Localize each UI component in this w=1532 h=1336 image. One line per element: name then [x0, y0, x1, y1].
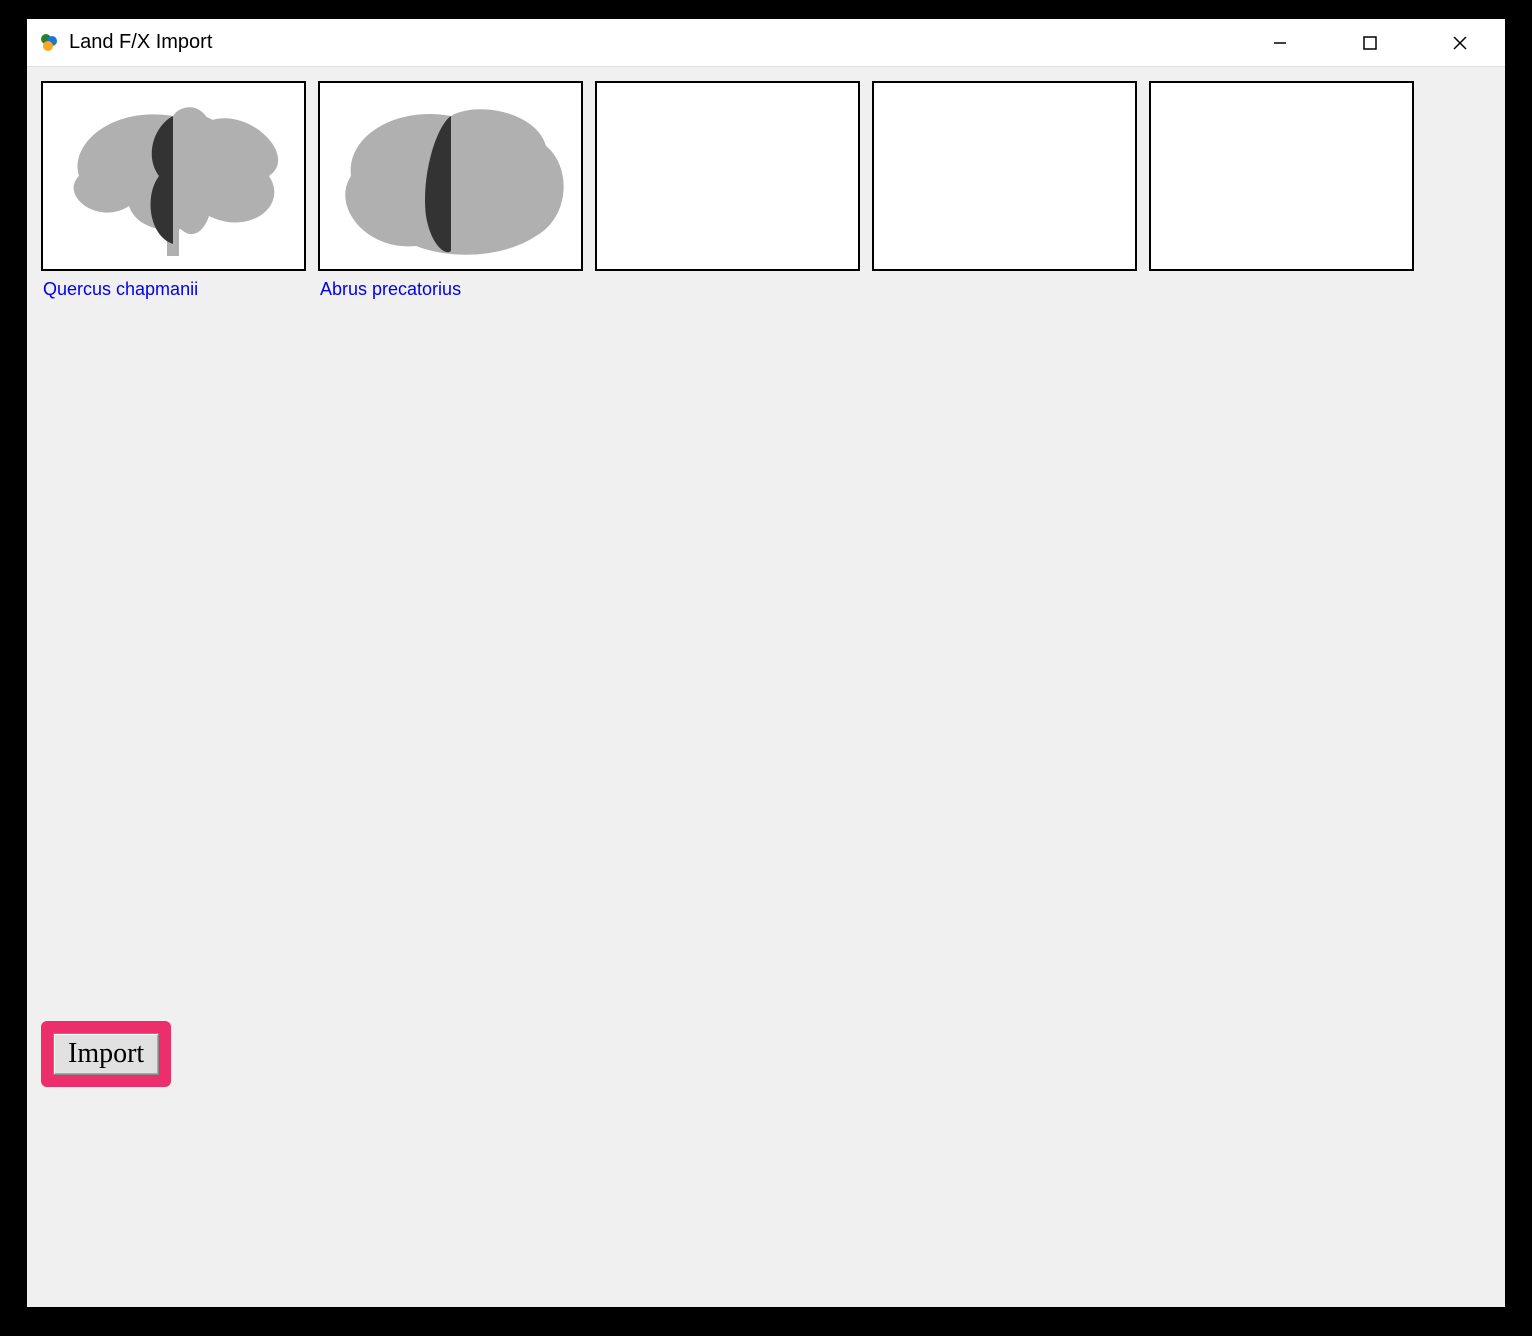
thumbnail-item[interactable]: [595, 81, 860, 300]
app-icon: [37, 31, 61, 55]
minimize-button[interactable]: [1235, 19, 1325, 67]
tree-bush-icon: [326, 86, 576, 266]
window-controls: [1235, 19, 1505, 67]
thumbnail-item[interactable]: [1149, 81, 1414, 300]
titlebar: Land F/X Import: [27, 19, 1505, 67]
window: Land F/X Import: [26, 18, 1506, 1308]
maximize-icon: [1361, 34, 1379, 52]
window-title: Land F/X Import: [61, 31, 212, 54]
client-area: Quercus chapmanii Abrus precatorius: [27, 67, 1505, 1307]
thumbnail-row: Quercus chapmanii Abrus precatorius: [41, 81, 1491, 300]
thumbnail-preview[interactable]: [595, 81, 860, 271]
thumbnail-preview[interactable]: [872, 81, 1137, 271]
thumbnail-item[interactable]: Quercus chapmanii: [41, 81, 306, 300]
maximize-button[interactable]: [1325, 19, 1415, 67]
close-button[interactable]: [1415, 19, 1505, 67]
thumbnail-label[interactable]: Quercus chapmanii: [41, 279, 306, 300]
thumbnail-item[interactable]: [872, 81, 1137, 300]
thumbnail-preview[interactable]: [41, 81, 306, 271]
minimize-icon: [1271, 34, 1289, 52]
close-icon: [1451, 34, 1469, 52]
import-highlight: Import: [41, 1021, 171, 1087]
thumbnail-preview[interactable]: [1149, 81, 1414, 271]
tree-tall-icon: [49, 86, 299, 266]
import-button[interactable]: Import: [53, 1033, 159, 1075]
thumbnail-preview[interactable]: [318, 81, 583, 271]
thumbnail-label[interactable]: Abrus precatorius: [318, 279, 583, 300]
thumbnail-item[interactable]: Abrus precatorius: [318, 81, 583, 300]
